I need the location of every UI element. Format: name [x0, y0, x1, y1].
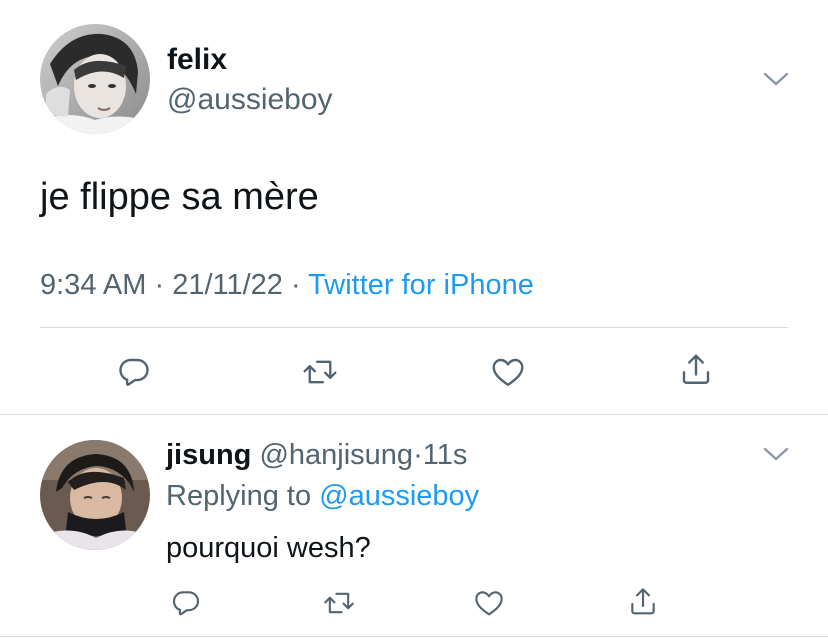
reply-icon[interactable] [164, 581, 208, 625]
retweet-icon[interactable] [298, 350, 342, 394]
like-icon[interactable] [486, 350, 530, 394]
section-divider [0, 414, 828, 415]
main-author-avatar[interactable] [40, 24, 150, 134]
reply-tweet-text: pourquoi wesh? [166, 532, 371, 564]
replying-to-line: Replying to @aussieboy [166, 478, 479, 514]
meta-separator: · [146, 269, 173, 301]
share-icon[interactable] [621, 580, 665, 624]
reply-icon[interactable] [112, 350, 156, 394]
meta-separator: · [282, 269, 309, 301]
like-icon[interactable] [467, 581, 511, 625]
reply-more-chevron-icon[interactable] [762, 445, 790, 463]
divider [40, 327, 788, 328]
reply-header: jisung @hanjisung·11s [166, 437, 467, 473]
reply-age[interactable]: 11s [423, 439, 468, 471]
main-more-chevron-icon[interactable] [762, 70, 790, 88]
replying-mention-link[interactable]: @aussieboy [319, 480, 479, 512]
reply-author-name[interactable]: jisung [166, 439, 251, 471]
share-icon[interactable] [674, 348, 718, 392]
main-author-handle[interactable]: @aussieboy [167, 82, 333, 118]
tweet-date: 21/11/22 [172, 269, 283, 301]
reply-dot: · [413, 439, 423, 471]
tweet-source-link[interactable]: Twitter for iPhone [308, 269, 534, 301]
reply-author-handle[interactable]: @hanjisung [259, 439, 413, 471]
bottom-divider [0, 636, 828, 637]
main-author-name[interactable]: felix [167, 42, 227, 78]
reply-author-avatar[interactable] [40, 440, 150, 550]
main-tweet-meta: 9:34 AM · 21/11/22 · Twitter for iPhone [40, 267, 534, 303]
retweet-icon[interactable] [317, 581, 361, 625]
tweet-time: 9:34 AM [40, 269, 147, 301]
main-tweet-text: je flippe sa mère [40, 176, 319, 218]
replying-prefix: Replying to [166, 480, 320, 512]
